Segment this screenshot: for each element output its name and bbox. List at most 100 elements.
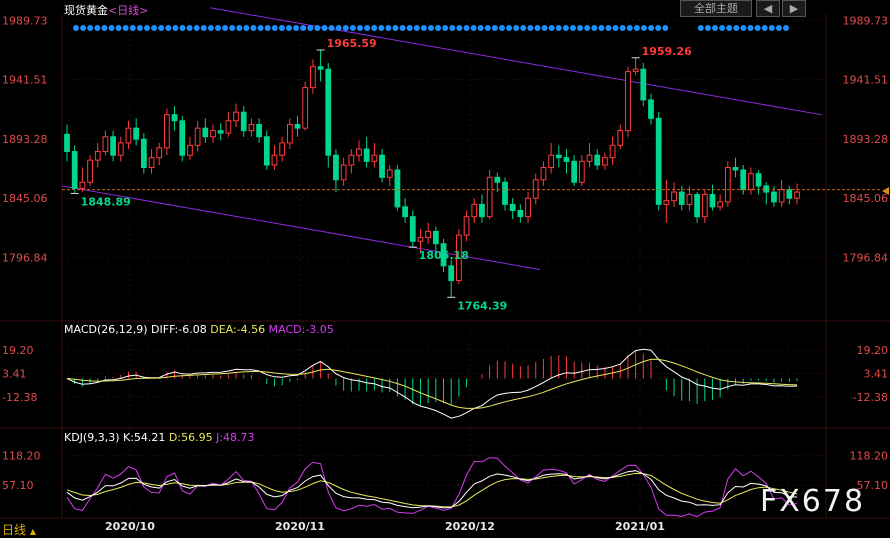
candle-body [755, 173, 762, 187]
candle-body [64, 133, 70, 153]
event-dot [413, 25, 420, 31]
candle-body [771, 191, 777, 203]
candle-body [678, 191, 685, 205]
event-dot [286, 25, 292, 31]
candle-body [655, 117, 662, 205]
event-dot [364, 25, 371, 31]
kdj-legend-name: KDJ(9,3,3) [64, 431, 120, 444]
annotation-label: 1848.89 [81, 195, 131, 208]
event-dot [257, 25, 264, 31]
period-tab[interactable]: 日线 ▲ [2, 521, 36, 538]
event-dot [548, 25, 555, 31]
event-dot [115, 25, 122, 31]
candle-body [110, 136, 116, 156]
price-tick-label: 1893.28 [2, 133, 48, 146]
event-dot [250, 25, 257, 31]
annotation-label: 1805.18 [419, 249, 469, 262]
event-dot [775, 25, 782, 31]
macd-panel: 19.20 19.20 3.41 3.41 -12.38 -12.38 [2, 344, 888, 419]
candle-body [663, 200, 670, 205]
next-button[interactable]: ▶ [782, 0, 806, 17]
candle-body [171, 114, 178, 122]
macd-macd-value: MACD:-3.05 [268, 323, 334, 336]
event-dot [321, 25, 328, 31]
candle-body [140, 138, 147, 169]
price-tick-label: 1941.51 [843, 74, 889, 87]
candle-body [448, 265, 455, 282]
candle-body [632, 68, 639, 73]
event-dot [87, 25, 94, 31]
event-dot [463, 25, 470, 31]
macd-legend: MACD(26,12,9) DIFF:-6.08 DEA:-4.56 MACD:… [64, 323, 334, 336]
candle-body [271, 154, 278, 166]
event-dot [754, 25, 761, 31]
candle-body [479, 203, 485, 218]
event-dot [591, 25, 598, 31]
event-dot [328, 25, 335, 31]
event-dot [534, 25, 541, 31]
event-dot [243, 25, 250, 31]
event-dot [449, 25, 456, 31]
x-tick-label: 2020/11 [275, 520, 325, 533]
candle-body [379, 154, 385, 178]
prev-button[interactable]: ◀ [756, 0, 780, 17]
candle-body [648, 99, 654, 119]
event-dot [271, 25, 278, 31]
candle-body [187, 144, 193, 156]
macd-tick-label: 19.20 [2, 344, 34, 357]
candle-body [348, 154, 355, 166]
price-tick-label: 1796.84 [2, 251, 48, 264]
event-dot [428, 25, 434, 31]
candle-body [709, 194, 716, 208]
candle-body [302, 87, 309, 129]
candle-body [333, 154, 339, 181]
event-dot [491, 25, 498, 31]
event-dot [144, 25, 150, 31]
candle-body [210, 130, 216, 138]
price-tick-label: 1845.06 [2, 192, 48, 205]
candle-body [694, 194, 700, 218]
price-chart[interactable]: 1848.89 1965.59 1764.39 1959.26 1805.18 1989… [0, 0, 890, 537]
candle-body [786, 189, 793, 199]
candle-body [571, 160, 578, 183]
kdj-tick-label: 57.10 [2, 479, 34, 492]
candle-body [202, 127, 209, 138]
candle-body [194, 127, 201, 146]
event-dot [335, 25, 342, 31]
candle-body [263, 136, 270, 166]
price-tick-label: 1989.73 [843, 14, 889, 27]
candle-body [548, 154, 554, 168]
macd-dea-value: DEA:-4.56 [210, 323, 266, 336]
price-tick-label: 1845.06 [843, 192, 889, 205]
event-dot [641, 25, 647, 31]
candle-body [87, 159, 93, 183]
event-dot [697, 25, 704, 31]
candle-body [133, 127, 140, 140]
event-dot [129, 25, 136, 31]
event-dot [726, 25, 733, 31]
event-dot [619, 25, 626, 31]
candle-body [179, 120, 186, 156]
price-tick-label: 1796.84 [843, 251, 889, 264]
candle-body [794, 191, 800, 199]
event-dot [562, 25, 569, 31]
candle-body [225, 120, 232, 134]
event-dot [712, 25, 718, 31]
event-dot [349, 25, 356, 31]
chevron-up-icon: ▲ [29, 527, 36, 536]
event-dot [222, 25, 229, 31]
candle-body [494, 176, 501, 183]
event-dot [406, 25, 413, 31]
event-dot [236, 25, 243, 31]
event-dot [420, 25, 427, 31]
kdj-j-line [66, 457, 798, 518]
event-dot [200, 25, 207, 31]
event-dot [80, 25, 87, 31]
candle-body [256, 123, 262, 138]
candle-body [594, 154, 601, 166]
event-dot [73, 25, 79, 31]
all-themes-button[interactable]: 全部主题 [680, 0, 752, 17]
kdj-panel: 118.20 118.2057.10 57.10 [2, 450, 888, 518]
candle-body [509, 203, 516, 212]
kdj-k-value: K:54.21 [123, 431, 166, 444]
